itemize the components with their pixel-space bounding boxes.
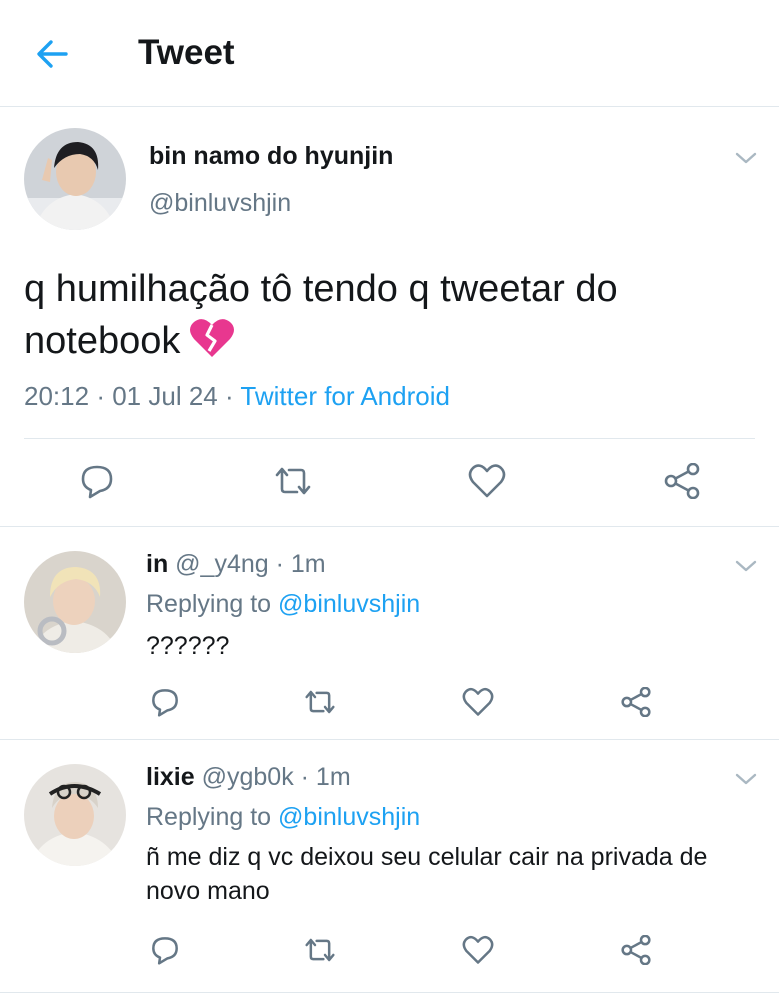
reply-header: lixie @ygb0k · 1m xyxy=(146,763,351,792)
retweet-icon[interactable] xyxy=(303,687,337,717)
retweet-icon[interactable] xyxy=(303,935,337,965)
divider xyxy=(24,438,755,439)
page-title: Tweet xyxy=(138,33,235,72)
reply-tweet[interactable]: lixie @ygb0k · 1m Replying to @binluvshj… xyxy=(0,740,779,993)
reply-icon[interactable] xyxy=(79,463,115,499)
chevron-down-icon[interactable] xyxy=(735,772,757,786)
user-handle[interactable]: @_y4ng xyxy=(175,550,269,578)
reply-time: · 1m xyxy=(300,763,351,791)
reply-icon[interactable] xyxy=(150,935,180,965)
tweet-date: 01 Jul 24 xyxy=(112,381,218,411)
like-icon[interactable] xyxy=(462,935,494,965)
share-icon[interactable] xyxy=(620,935,652,965)
replying-to-link[interactable]: @binluvshjin xyxy=(278,803,420,831)
avatar[interactable] xyxy=(24,128,126,230)
broken-heart-icon xyxy=(190,319,235,357)
tweet-source-link[interactable]: Twitter for Android xyxy=(240,381,450,411)
like-icon[interactable] xyxy=(462,687,494,717)
replying-to: Replying to @binluvshjin xyxy=(146,590,420,619)
retweet-icon[interactable] xyxy=(273,463,313,499)
replying-to: Replying to @binluvshjin xyxy=(146,803,420,832)
avatar[interactable] xyxy=(24,551,126,653)
reply-text: ñ me diz q vc deixou seu celular cair na… xyxy=(146,843,708,905)
display-name[interactable]: bin namo do hyunjin xyxy=(149,142,393,171)
user-handle[interactable]: @ygb0k xyxy=(202,763,294,791)
chevron-down-icon[interactable] xyxy=(735,559,757,573)
avatar[interactable] xyxy=(24,764,126,866)
tweet-meta: 20:12 · 01 Jul 24 · Twitter for Android xyxy=(24,381,450,412)
user-handle[interactable]: @binluvshjin xyxy=(149,189,291,218)
tweet-text-content: q humilhação tô tendo q tweetar do noteb… xyxy=(24,268,618,362)
arrow-left-icon[interactable] xyxy=(34,36,70,72)
reply-header: in @_y4ng · 1m xyxy=(146,550,326,579)
replying-to-link[interactable]: @binluvshjin xyxy=(278,590,420,618)
like-icon[interactable] xyxy=(468,463,506,499)
separator: · xyxy=(224,381,234,411)
chevron-down-icon[interactable] xyxy=(735,151,757,165)
replying-to-label: Replying to xyxy=(146,590,279,618)
separator: · xyxy=(96,381,105,411)
display-name[interactable]: in xyxy=(146,550,168,578)
share-icon[interactable] xyxy=(620,687,652,717)
reply-time: · 1m xyxy=(275,550,326,578)
reply-text: ?????? xyxy=(146,632,230,660)
display-name[interactable]: lixie xyxy=(146,763,195,791)
replying-to-label: Replying to xyxy=(146,803,279,831)
main-tweet: bin namo do hyunjin @binluvshjin q humil… xyxy=(0,107,779,527)
tweet-time: 20:12 xyxy=(24,381,90,411)
share-icon[interactable] xyxy=(663,463,701,499)
reply-tweet[interactable]: in @_y4ng · 1m Replying to @binluvshjin … xyxy=(0,527,779,740)
tweet-text: q humilhação tô tendo q tweetar do noteb… xyxy=(24,263,744,367)
top-bar: Tweet xyxy=(0,0,779,107)
reply-icon[interactable] xyxy=(150,687,180,717)
